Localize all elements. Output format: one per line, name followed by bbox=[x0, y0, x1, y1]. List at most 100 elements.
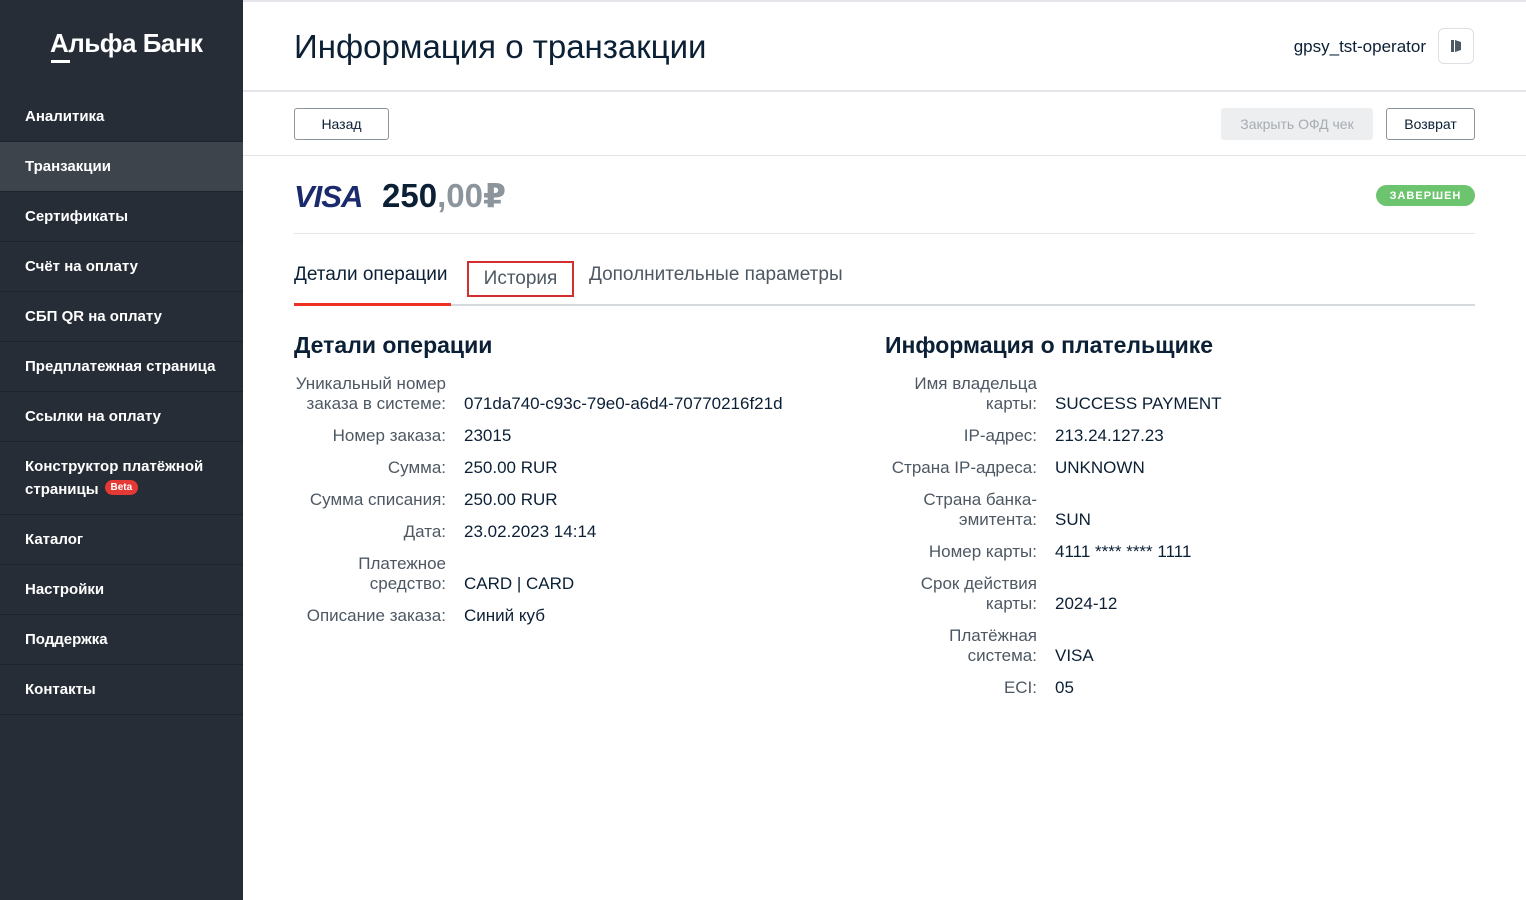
username: gpsy_tst-operator bbox=[1293, 37, 1426, 56]
sidebar-item-label: Предплатежная страница bbox=[25, 358, 216, 375]
payer-label-line: эмитента: bbox=[958, 510, 1037, 529]
sidebar-item-invoice[interactable]: Счёт на оплату bbox=[0, 242, 243, 292]
sidebar-nav: Аналитика Транзакции Сертификаты Счёт на… bbox=[0, 92, 243, 715]
payer-value: SUCCESS PAYMENT bbox=[1055, 394, 1222, 413]
amount-integer: 250 bbox=[382, 177, 438, 214]
payer-label: Срок действия карты: bbox=[867, 574, 1055, 614]
logout-button[interactable] bbox=[1438, 28, 1474, 64]
sidebar-item-label: Настройки bbox=[25, 581, 105, 598]
detail-value: 250.00 RUR bbox=[464, 458, 558, 477]
payer-value: 05 bbox=[1055, 678, 1074, 697]
sidebar-item-label: Конструктор платёжной bbox=[25, 458, 204, 475]
sidebar-item-label: страницы bbox=[25, 481, 99, 498]
page-title: Информация о транзакции bbox=[294, 28, 707, 65]
payer-label: Страна банка-эмитента: bbox=[867, 490, 1055, 530]
detail-label: Уникальный номер заказа в системе: bbox=[276, 374, 464, 414]
active-tab-underline bbox=[294, 303, 451, 306]
detail-value: Синий куб bbox=[464, 606, 545, 625]
payer-label: IP-адрес: bbox=[963, 426, 1037, 445]
sidebar-item-label: СБП QR на оплату bbox=[25, 308, 162, 325]
payer-row: IP-адрес: 213.24.127.23 bbox=[867, 426, 1222, 446]
tab-additional-params[interactable]: Дополнительные параметры bbox=[589, 264, 843, 286]
sidebar-item-prepayment-page[interactable]: Предплатежная страница bbox=[0, 342, 243, 392]
sidebar-item-label-group: Конструктор платёжной страницы Beta bbox=[25, 455, 203, 501]
payer-label-line: Страна банка- bbox=[923, 490, 1037, 509]
transaction-amount: 250,00₽ bbox=[382, 176, 506, 215]
tabs: Детали операции История Дополнительные п… bbox=[294, 256, 1475, 306]
payer-label: Номер карты: bbox=[928, 542, 1037, 561]
sidebar-item-label: Счёт на оплату bbox=[25, 258, 138, 275]
status-badge: ЗАВЕРШЕН bbox=[1376, 185, 1475, 206]
detail-row: Сумма списания: 250.00 RUR bbox=[276, 490, 783, 510]
payer-label: Платёжная система: bbox=[867, 626, 1055, 666]
payer-value: 2024-12 bbox=[1055, 594, 1118, 613]
sidebar-item-page-builder[interactable]: Конструктор платёжной страницы Beta bbox=[0, 442, 243, 515]
payer-label-line: Имя владельца bbox=[914, 374, 1037, 393]
payer-row: Страна банка-эмитента: SUN bbox=[867, 490, 1222, 530]
amount-decimal: ,00 bbox=[437, 177, 483, 214]
payer-label-line: Срок действия bbox=[920, 574, 1037, 593]
payer-label: Имя владельца карты: bbox=[867, 374, 1055, 414]
detail-label: Описание заказа: bbox=[306, 606, 446, 625]
detail-value: 250.00 RUR bbox=[464, 490, 558, 509]
payer-label-line: Платёжная bbox=[949, 626, 1037, 645]
payer-row: Срок действия карты: 2024-12 bbox=[867, 574, 1222, 614]
detail-value: 071da740-c93c-79e0-a6d4-70770216f21d bbox=[464, 394, 783, 413]
payer-label: Страна IP-адреса: bbox=[891, 458, 1037, 477]
sidebar-item-label: Аналитика bbox=[25, 108, 105, 125]
sidebar-item-support[interactable]: Поддержка bbox=[0, 615, 243, 665]
sidebar-item-label: Каталог bbox=[25, 531, 84, 548]
detail-row: Уникальный номер заказа в системе: 071da7… bbox=[276, 374, 783, 414]
page-header: Информация о транзакции gpsy_tst-operato… bbox=[243, 0, 1526, 92]
sidebar-item-payment-links[interactable]: Ссылки на оплату bbox=[0, 392, 243, 442]
sidebar-item-label: Контакты bbox=[25, 681, 96, 698]
detail-value: 23.02.2023 14:14 bbox=[464, 522, 597, 541]
sidebar: Альфа Банк Аналитика Транзакции Сертифик… bbox=[0, 0, 243, 900]
sidebar-item-label: Сертификаты bbox=[25, 208, 129, 225]
detail-label-line: Уникальный номер bbox=[295, 374, 446, 393]
payer-value: SUN bbox=[1055, 510, 1091, 529]
detail-row: Номер заказа: 23015 bbox=[276, 426, 783, 446]
sidebar-item-label: Ссылки на оплату bbox=[25, 408, 161, 425]
payer-value: VISA bbox=[1055, 646, 1094, 665]
payer-label: ECI: bbox=[1003, 678, 1037, 697]
details-section-title: Детали операции bbox=[294, 332, 493, 358]
amount-row: VISA 250,00₽ ЗАВЕРШЕН bbox=[294, 176, 1475, 234]
close-ofd-receipt-button[interactable]: Закрыть ОФД чек bbox=[1221, 108, 1373, 140]
app: Альфа Банк Аналитика Транзакции Сертифик… bbox=[0, 0, 1526, 900]
detail-row: Сумма: 250.00 RUR bbox=[276, 458, 783, 478]
payer-label-line: система: bbox=[967, 646, 1037, 665]
sidebar-item-settings[interactable]: Настройки bbox=[0, 565, 243, 615]
refund-button[interactable]: Возврат bbox=[1386, 108, 1475, 140]
payer-row: Имя владельца карты: SUCCESS PAYMENT bbox=[867, 374, 1222, 414]
sidebar-item-contacts[interactable]: Контакты bbox=[0, 665, 243, 715]
tab-details[interactable]: Детали операции bbox=[294, 264, 448, 286]
payer-row: Номер карты: 4111 **** **** 1111 bbox=[867, 542, 1222, 562]
tab-history[interactable]: История bbox=[467, 261, 574, 297]
currency-symbol: ₽ bbox=[482, 177, 506, 214]
detail-label-line: Платежное bbox=[358, 554, 446, 573]
detail-label: Номер заказа: bbox=[332, 426, 446, 445]
sidebar-item-certificates[interactable]: Сертификаты bbox=[0, 192, 243, 242]
sidebar-item-catalog[interactable]: Каталог bbox=[0, 515, 243, 565]
sidebar-item-analytics[interactable]: Аналитика bbox=[0, 92, 243, 142]
back-button[interactable]: Назад bbox=[294, 108, 389, 140]
detail-row: Описание заказа: Синий куб bbox=[276, 606, 783, 626]
sidebar-item-transactions[interactable]: Транзакции bbox=[0, 142, 243, 192]
visa-logo: VISA bbox=[294, 179, 363, 214]
detail-row: Платежное средство: CARD | CARD bbox=[276, 554, 783, 594]
logout-icon bbox=[1451, 40, 1461, 52]
sidebar-item-sbp-qr[interactable]: СБП QR на оплату bbox=[0, 292, 243, 342]
payer-value: UNKNOWN bbox=[1055, 458, 1145, 477]
detail-label-line: заказа в системе: bbox=[306, 394, 446, 413]
sidebar-item-label: Транзакции bbox=[25, 158, 111, 175]
payer-value: 4111 **** **** 1111 bbox=[1055, 542, 1192, 561]
alfa-bank-logo[interactable]: Альфа Банк bbox=[50, 28, 203, 59]
beta-badge: Beta bbox=[104, 480, 139, 495]
detail-label: Дата: bbox=[403, 522, 446, 541]
payer-row: Страна IP-адреса: UNKNOWN bbox=[867, 458, 1222, 478]
payer-grid: Имя владельца карты: SUCCESS PAYMENT IP-а… bbox=[867, 374, 1222, 710]
payer-label-line: карты: bbox=[985, 594, 1037, 613]
payer-label-line: карты: bbox=[985, 394, 1037, 413]
detail-value: 23015 bbox=[464, 426, 512, 445]
